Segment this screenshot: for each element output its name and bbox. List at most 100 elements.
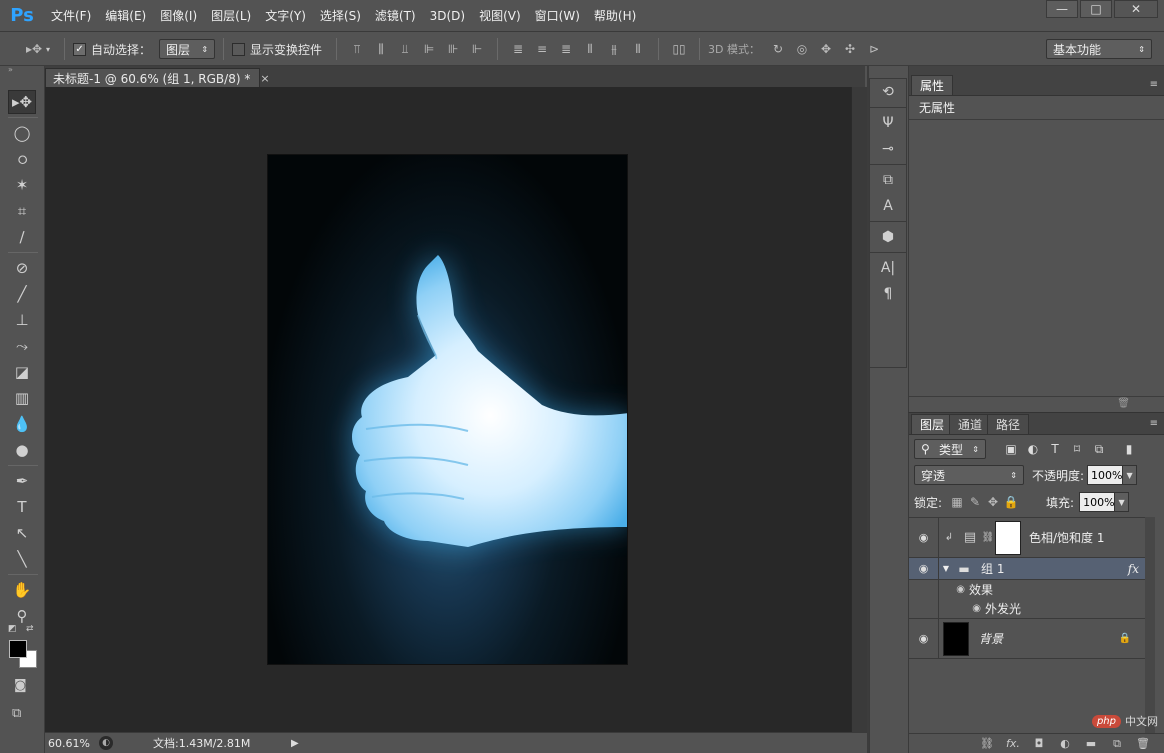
distribute-hcenter-icon[interactable]: ⫵ [604, 39, 624, 59]
effects-header-row[interactable]: ◉ 效果 [909, 580, 1145, 599]
vertical-scrollbar[interactable] [851, 87, 867, 732]
chevron-down-icon[interactable]: ▼ [1115, 492, 1130, 512]
menu-3d[interactable]: 3D(D) [423, 0, 472, 32]
character-panel-icon[interactable]: A| [870, 255, 906, 281]
align-left-icon[interactable]: ⊫ [419, 39, 439, 59]
menu-help[interactable]: 帮助(H) [587, 0, 643, 32]
align-hcenter-icon[interactable]: ⊪ [443, 39, 463, 59]
distribute-vcenter-icon[interactable]: ≡ [532, 39, 552, 59]
visibility-eye-icon[interactable]: ◉ [909, 619, 939, 658]
history-panel-icon[interactable]: ⟲ [870, 79, 906, 105]
menu-view[interactable]: 视图(V) [472, 0, 528, 32]
document-canvas[interactable] [267, 154, 628, 665]
lasso-tool-icon[interactable]: ഠ [8, 147, 36, 171]
screen-mode-icon[interactable]: ⧉ [12, 706, 21, 721]
crop-tool-icon[interactable]: ⌗ [8, 199, 36, 223]
clone-source-icon[interactable]: ⧉ [870, 167, 906, 193]
tab-channels[interactable]: 通道 [949, 414, 992, 434]
brush-tool-icon[interactable]: ╱ [8, 282, 36, 306]
layers-scrollbar[interactable] [1145, 517, 1155, 734]
brush-presets-icon[interactable]: ⊸ [870, 136, 906, 162]
line-tool-icon[interactable]: ╲ [8, 547, 36, 571]
3d-rotate-icon[interactable]: ↻ [768, 39, 788, 59]
elliptical-marquee-tool-icon[interactable]: ◯ [8, 121, 36, 145]
fx-icon[interactable]: fx [1128, 562, 1139, 576]
panel-menu-icon[interactable]: ≡ [1150, 418, 1158, 429]
new-adjustment-icon[interactable]: ◐ [1052, 737, 1078, 750]
distribute-left-icon[interactable]: ⫴ [580, 39, 600, 59]
align-bottom-icon[interactable]: ⫫ [395, 39, 415, 59]
trash-icon[interactable]: 🗑 [1130, 737, 1156, 750]
visibility-eye-icon[interactable]: ◉ [909, 558, 939, 579]
zoom-level[interactable]: 60.61% [45, 737, 99, 750]
new-group-icon[interactable]: ▬ [1078, 737, 1104, 750]
tab-paths[interactable]: 路径 [987, 414, 1030, 434]
collapse-icon[interactable]: » [0, 66, 44, 74]
visibility-eye-icon[interactable]: ◉ [909, 518, 939, 557]
filter-toggle-icon[interactable]: ▮ [1118, 442, 1140, 456]
auto-align-icon[interactable]: ▯▯ [669, 39, 689, 59]
visibility-eye-icon[interactable]: ◉ [939, 603, 985, 614]
filter-type-icon[interactable]: T [1044, 442, 1066, 456]
magic-wand-tool-icon[interactable]: ✶ [8, 173, 36, 197]
move-tool-preset-icon[interactable]: ▸✥ [24, 39, 44, 59]
show-transform-checkbox[interactable] [232, 42, 246, 56]
menu-file[interactable]: 文件(F) [44, 0, 98, 32]
distribute-top-icon[interactable]: ≣ [508, 39, 528, 59]
expand-triangle-icon[interactable]: ▼ [939, 564, 953, 573]
visibility-eye-icon[interactable]: ◉ [939, 584, 969, 595]
fx-icon[interactable]: fx. [1000, 737, 1026, 750]
lock-position-icon[interactable]: ✥ [984, 495, 1002, 509]
align-vcenter-icon[interactable]: ⫼ [371, 39, 391, 59]
lock-pixels-icon[interactable]: ✎ [966, 495, 984, 509]
3d-roll-icon[interactable]: ◎ [792, 39, 812, 59]
3d-panel-icon[interactable]: ⬢ [870, 224, 906, 250]
tab-layers[interactable]: 图层 [911, 414, 954, 434]
tab-properties[interactable]: 属性 [911, 75, 954, 95]
character-styles-icon[interactable]: A [870, 193, 906, 219]
eyedropper-tool-icon[interactable]: ∕ [8, 225, 36, 249]
maximize-button[interactable]: □ [1080, 0, 1112, 18]
align-top-icon[interactable]: ⫪ [347, 39, 367, 59]
filter-shape-icon[interactable]: ⌑ [1066, 442, 1088, 456]
workspace-dropdown[interactable]: 基本功能 ⇕ [1046, 39, 1152, 59]
menu-layer[interactable]: 图层(L) [204, 0, 258, 32]
distribute-bottom-icon[interactable]: ≣ [556, 39, 576, 59]
hand-tool-icon[interactable]: ✋ [8, 578, 36, 602]
default-colors-icon[interactable]: ◩ [8, 624, 17, 634]
filter-adjustment-icon[interactable]: ◐ [1022, 442, 1044, 456]
chevron-down-icon[interactable]: ▾ [46, 45, 50, 54]
foreground-color-swatch[interactable] [9, 640, 27, 658]
lock-transparency-icon[interactable]: ▦ [948, 495, 966, 509]
fill-input[interactable]: 100% [1079, 492, 1116, 512]
menu-image[interactable]: 图像(I) [153, 0, 204, 32]
paragraph-panel-icon[interactable]: ¶ [870, 281, 906, 307]
align-right-icon[interactable]: ⊩ [467, 39, 487, 59]
clone-stamp-tool-icon[interactable]: ⊥ [8, 308, 36, 332]
minimize-button[interactable]: — [1046, 0, 1078, 18]
menu-edit[interactable]: 编辑(E) [98, 0, 153, 32]
blend-mode-dropdown[interactable]: 穿透 ⇕ [914, 465, 1024, 485]
document-tab[interactable]: 未标题-1 @ 60.6% (组 1, RGB/8) * × [45, 68, 270, 87]
add-mask-icon[interactable]: ◘ [1026, 737, 1052, 750]
filter-smart-object-icon[interactable]: ⧉ [1088, 442, 1110, 457]
menu-filter[interactable]: 滤镜(T) [368, 0, 423, 32]
dodge-tool-icon[interactable]: ● [8, 438, 36, 462]
close-tab-icon[interactable]: × [260, 72, 269, 85]
status-menu-arrow-icon[interactable]: ▶ [291, 738, 303, 749]
menu-type[interactable]: 文字(Y) [258, 0, 313, 32]
chevron-down-icon[interactable]: ▼ [1123, 465, 1138, 485]
lock-all-icon[interactable]: 🔒 [1002, 495, 1020, 509]
layer-row-background[interactable]: ◉ 背景 🔒 [909, 619, 1145, 659]
new-layer-icon[interactable]: ⧉ [1104, 737, 1130, 751]
pen-tool-icon[interactable]: ✒ [8, 469, 36, 493]
gradient-tool-icon[interactable]: ▥ [8, 386, 36, 410]
link-layers-icon[interactable]: ⛓ [974, 737, 1000, 750]
info-icon[interactable]: ◐ [99, 736, 113, 750]
auto-select-target-dropdown[interactable]: 图层 ⇕ [159, 39, 216, 59]
canvas-area[interactable] [45, 87, 851, 732]
opacity-input[interactable]: 100% [1087, 465, 1124, 485]
auto-select-checkbox[interactable]: ✓ [73, 42, 87, 56]
quick-mask-icon[interactable]: ◙ [14, 678, 27, 693]
layer-row-group-1[interactable]: ◉ ▼ ▬ 组 1 fx [909, 558, 1145, 580]
